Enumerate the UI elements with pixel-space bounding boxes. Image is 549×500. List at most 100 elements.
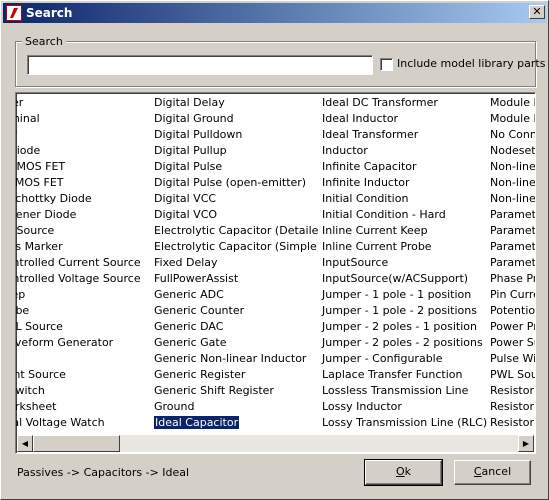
- list-item[interactable]: Lossy Inductor: [320, 399, 488, 415]
- list-item[interactable]: Inline Current Keep: [320, 223, 488, 239]
- list-item[interactable]: Digital Delay: [152, 95, 318, 111]
- left-arrow-icon: ◀: [21, 439, 29, 448]
- list-item[interactable]: Power Su: [488, 335, 535, 351]
- list-item[interactable]: Power Pr: [488, 319, 535, 335]
- list-item[interactable]: Generic Non-linear Inductor: [152, 351, 318, 367]
- list-item[interactable]: Generic Shift Register: [152, 383, 318, 399]
- list-item[interactable]: d Switch: [16, 383, 148, 399]
- list-column-3: Ideal DC Transformer Ideal Inductor Ideal …: [320, 95, 488, 431]
- list-item[interactable]: Non-linea: [488, 175, 535, 191]
- list-item[interactable]: PWL Sou: [488, 367, 535, 383]
- list-item[interactable]: rrent Source: [16, 367, 148, 383]
- list-item[interactable]: Module F: [488, 111, 535, 127]
- list-item[interactable]: Jumper - 1 pole - 1 position: [320, 287, 488, 303]
- list-item[interactable]: Lossy Transmission Line (RLC): [320, 415, 488, 431]
- list-item[interactable]: Digital Pullup: [152, 143, 318, 159]
- ok-button[interactable]: Ok: [364, 459, 443, 486]
- list-item[interactable]: Ideal Transformer: [320, 127, 488, 143]
- list-item[interactable]: Generic Register: [152, 367, 318, 383]
- list-item[interactable]: Paramete: [488, 239, 535, 255]
- list-item-label: e Schottky Diode: [16, 192, 92, 205]
- list-item[interactable]: Nodeset: [488, 143, 535, 159]
- list-item[interactable]: itor: [16, 127, 148, 143]
- cancel-button[interactable]: Cancel: [454, 460, 531, 485]
- list-item[interactable]: Initial Condition: [320, 191, 488, 207]
- include-model-library-checkbox[interactable]: [380, 58, 393, 71]
- list-item[interactable]: Paramete: [488, 255, 535, 271]
- scroll-left-button[interactable]: ◀: [17, 435, 33, 452]
- list-item[interactable]: e PMOS FET: [16, 175, 148, 191]
- list-item[interactable]: Ideal Capacitor: [152, 415, 318, 431]
- parts-list[interactable]: pper erminal itor e Diode e NMOS FET e PMOS F…: [15, 92, 536, 454]
- list-item[interactable]: Jumper - 2 poles - 2 positions: [320, 335, 488, 351]
- list-item[interactable]: Digital Pulldown: [152, 127, 318, 143]
- list-item[interactable]: Pin Curre: [488, 287, 535, 303]
- list-item[interactable]: Ideal DC Transformer: [320, 95, 488, 111]
- list-item[interactable]: Laplace Transfer Function: [320, 367, 488, 383]
- list-item[interactable]: No Conne: [488, 127, 535, 143]
- list-item[interactable]: FullPowerAssist: [152, 271, 318, 287]
- list-item[interactable]: Potention: [488, 303, 535, 319]
- list-item[interactable]: Jumper - 1 pole - 2 positions: [320, 303, 488, 319]
- search-input[interactable]: [27, 55, 373, 75]
- list-item[interactable]: Ground: [152, 399, 318, 415]
- include-model-library-label[interactable]: Include model library parts: [397, 57, 545, 71]
- list-item[interactable]: Generic Gate: [152, 335, 318, 351]
- list-item[interactable]: Infinite Inductor: [320, 175, 488, 191]
- list-item[interactable]: Digital Pulse: [152, 159, 318, 175]
- list-item[interactable]: Fixed Delay: [152, 255, 318, 271]
- list-item[interactable]: Paramete: [488, 223, 535, 239]
- list-item[interactable]: InputSource: [320, 255, 488, 271]
- list-item[interactable]: Digital VCC: [152, 191, 318, 207]
- list-item[interactable]: Bias Marker: [16, 239, 148, 255]
- list-item[interactable]: be: [16, 351, 148, 367]
- list-item[interactable]: Electrolytic Capacitor (Simple): [152, 239, 318, 255]
- list-item[interactable]: Jumper - Configurable: [320, 351, 488, 367]
- close-button[interactable]: ✕: [529, 5, 545, 19]
- list-item[interactable]: Phase Pr: [488, 271, 535, 287]
- list-item[interactable]: Digital Pulse (open-emitter): [152, 175, 318, 191]
- list-item[interactable]: Resistor (: [488, 383, 535, 399]
- list-item[interactable]: e Zener Diode: [16, 207, 148, 223]
- title-bar[interactable]: Search ✕: [3, 3, 546, 23]
- list-item[interactable]: Digital Ground: [152, 111, 318, 127]
- list-item[interactable]: PWL Source: [16, 319, 148, 335]
- list-item[interactable]: Module B: [488, 95, 535, 111]
- horizontal-scrollbar[interactable]: ◀ ▶: [17, 435, 534, 452]
- list-item[interactable]: Non-linea: [488, 191, 535, 207]
- list-item[interactable]: Infinite Capacitor: [320, 159, 488, 175]
- list-item[interactable]: Electrolytic Capacitor (Detailed): [152, 223, 318, 239]
- list-column-1: pper erminal itor e Diode e NMOS FET e PMOS F…: [16, 95, 148, 431]
- list-item[interactable]: Worksheet: [16, 399, 148, 415]
- list-item[interactable]: Paramete: [488, 207, 535, 223]
- list-item[interactable]: Initial Condition - Hard: [320, 207, 488, 223]
- list-item[interactable]: erminal: [16, 111, 148, 127]
- list-item[interactable]: Controlled Current Source: [16, 255, 148, 271]
- list-item[interactable]: Resistor E: [488, 415, 535, 431]
- list-item[interactable]: Digital VCO: [152, 207, 318, 223]
- scroll-right-button[interactable]: ▶: [518, 435, 534, 452]
- list-item[interactable]: Generic DAC: [152, 319, 318, 335]
- list-item[interactable]: Generic ADC: [152, 287, 318, 303]
- list-item[interactable]: pper: [16, 95, 148, 111]
- list-item[interactable]: e NMOS FET: [16, 159, 148, 175]
- list-item[interactable]: Keep: [16, 287, 148, 303]
- list-item[interactable]: Generic Counter: [152, 303, 318, 319]
- list-item[interactable]: Waveform Generator: [16, 335, 148, 351]
- scroll-thumb[interactable]: [33, 435, 120, 452]
- list-item[interactable]: ntial Voltage Watch: [16, 415, 148, 431]
- list-item[interactable]: InputSource(w/ACSupport): [320, 271, 488, 287]
- list-item[interactable]: Probe: [16, 303, 148, 319]
- list-item[interactable]: Inductor: [320, 143, 488, 159]
- list-item[interactable]: Ideal Inductor: [320, 111, 488, 127]
- list-item[interactable]: e Diode: [16, 143, 148, 159]
- list-item[interactable]: Resistor (: [488, 399, 535, 415]
- list-item[interactable]: Lossless Transmission Line: [320, 383, 488, 399]
- list-item[interactable]: Inline Current Probe: [320, 239, 488, 255]
- list-item[interactable]: Controlled Voltage Source: [16, 271, 148, 287]
- list-item[interactable]: Jumper - 2 poles - 1 position: [320, 319, 488, 335]
- list-item[interactable]: Pulse Wi: [488, 351, 535, 367]
- list-item[interactable]: Non-linea: [488, 159, 535, 175]
- list-item[interactable]: e Schottky Diode: [16, 191, 148, 207]
- list-item[interactable]: AC Source: [16, 223, 148, 239]
